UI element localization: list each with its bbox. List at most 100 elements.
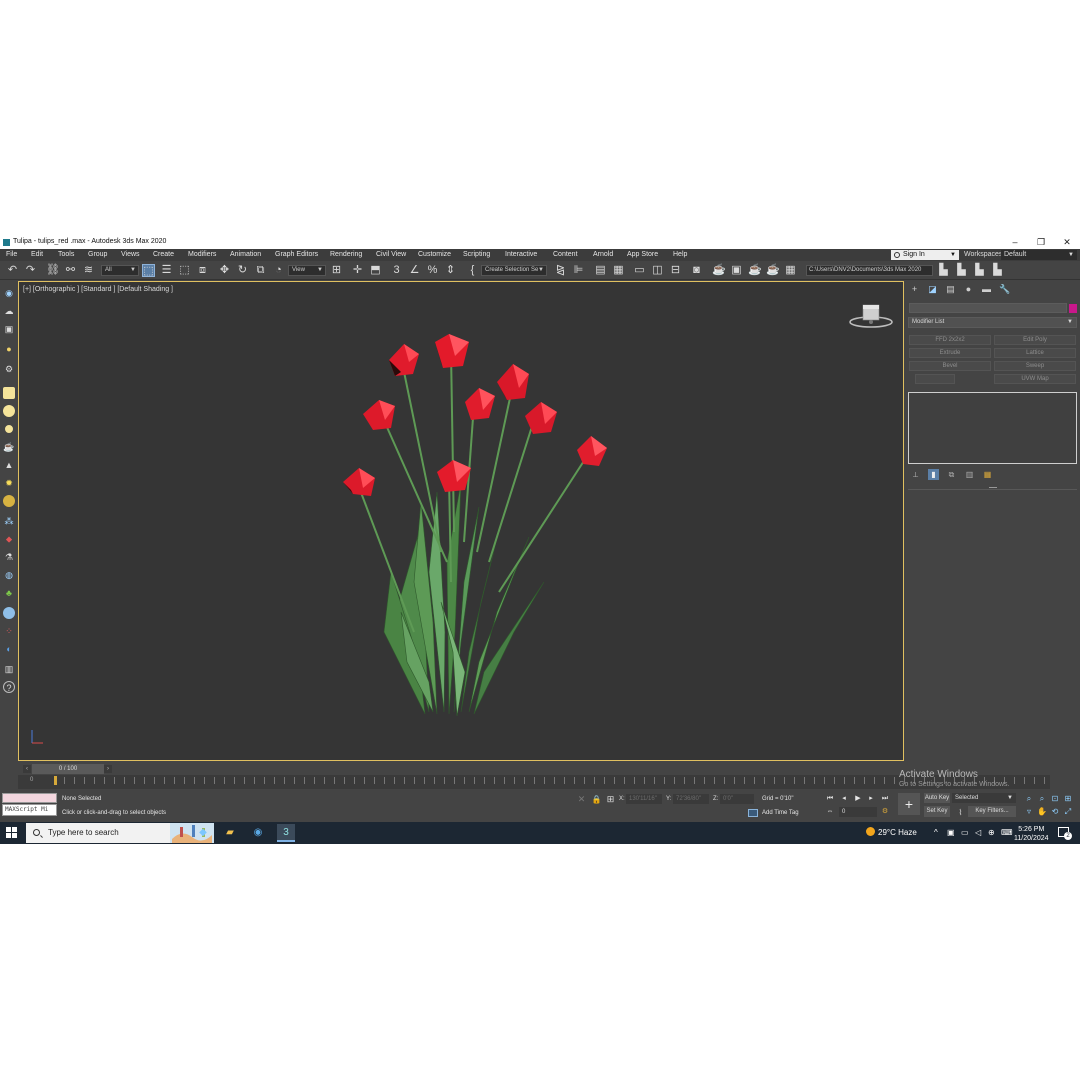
sphere-icon[interactable] bbox=[3, 405, 15, 417]
restore-button[interactable]: ❐ bbox=[1028, 236, 1054, 249]
color-clipboard-icon[interactable]: ⁘ bbox=[3, 625, 15, 637]
align-icon[interactable]: ⊫ bbox=[572, 264, 585, 277]
time-slider-thumb[interactable]: 0 / 100 bbox=[32, 764, 104, 774]
taskbar-search[interactable]: Type here to search bbox=[26, 823, 214, 843]
scene-explorer-icon[interactable]: ▤ bbox=[594, 264, 607, 277]
menu-create[interactable]: Create bbox=[153, 251, 174, 258]
menu-interactive[interactable]: Interactive bbox=[505, 251, 537, 258]
tray-app-icon[interactable]: ▣ bbox=[947, 827, 955, 838]
next-frame-icon[interactable]: ▸ bbox=[866, 794, 876, 804]
network-icon[interactable]: ⊕ bbox=[988, 827, 995, 838]
next-frame-arrow[interactable]: › bbox=[104, 765, 112, 773]
track-bar[interactable]: 0 bbox=[18, 775, 1050, 789]
key-mode-toggle-icon[interactable]: ⇔ bbox=[825, 807, 835, 817]
dynamics-icon[interactable]: ⚗ bbox=[3, 551, 15, 563]
zoom-icon[interactable]: ⌕ bbox=[1024, 794, 1034, 804]
zoom-all-icon[interactable]: ⌕ bbox=[1037, 794, 1047, 804]
volume-icon[interactable]: ◁ bbox=[975, 827, 981, 838]
named-selection-dropdown[interactable]: Create Selection Se ▼ bbox=[481, 265, 547, 276]
scale-icon[interactable]: ⧉ bbox=[254, 264, 267, 277]
light-bulb-icon[interactable]: ● bbox=[3, 343, 15, 355]
current-frame-field[interactable]: 0 bbox=[839, 807, 877, 817]
select-object-icon[interactable]: ⬚ bbox=[142, 264, 155, 277]
selection-tools-icon[interactable]: ▣ bbox=[3, 323, 15, 335]
redo-icon[interactable]: ↷ bbox=[24, 264, 37, 277]
render-cloud-icon[interactable]: ▦ bbox=[784, 264, 797, 277]
show-hidden-icons-chevron-icon[interactable]: ^ bbox=[934, 827, 938, 838]
zoom-extents-icon[interactable]: ⊡ bbox=[1050, 794, 1060, 804]
selection-lock-icon[interactable]: 🔒 bbox=[590, 793, 603, 806]
field-of-view-icon[interactable]: ▿ bbox=[1024, 807, 1034, 817]
help-icon[interactable]: ? bbox=[3, 681, 15, 693]
menu-customize[interactable]: Customize bbox=[418, 251, 451, 258]
menu-civil-view[interactable]: Civil View bbox=[376, 251, 406, 258]
key-mode-dropdown[interactable]: Selected ▼ bbox=[952, 793, 1016, 803]
link-icon[interactable]: ⛓ bbox=[46, 264, 60, 277]
maximize-viewport-icon[interactable]: ⤢ bbox=[1063, 807, 1073, 817]
modifier-stack[interactable] bbox=[908, 392, 1077, 464]
isolate-selection-icon[interactable]: ✕ bbox=[575, 793, 588, 806]
auto-key-button[interactable]: Auto Key bbox=[924, 793, 950, 803]
render-iterative-icon[interactable]: ☕ bbox=[766, 264, 780, 277]
keyboard-shortcut-override-icon[interactable]: ⬒ bbox=[369, 264, 382, 277]
show-end-result-icon[interactable]: ▮ bbox=[928, 469, 939, 480]
weather-widget[interactable]: 29°C Haze bbox=[866, 827, 917, 837]
y-coord-field[interactable]: 72'36/80" bbox=[673, 794, 709, 804]
previous-frame-icon[interactable]: ◂ bbox=[839, 794, 849, 804]
go-to-start-icon[interactable]: ⏮ bbox=[825, 794, 835, 804]
viewport-label[interactable]: [+] [Orthographic ] [Standard ] [Default… bbox=[23, 286, 173, 293]
angle-snap-icon[interactable]: ∠ bbox=[408, 264, 421, 277]
box-icon[interactable] bbox=[3, 387, 15, 399]
play-icon[interactable]: ▶ bbox=[853, 794, 863, 804]
object-color-swatch[interactable] bbox=[1069, 304, 1077, 313]
make-unique-icon[interactable]: ⧉ bbox=[946, 469, 957, 480]
menu-arnold[interactable]: Arnold bbox=[593, 251, 613, 258]
remove-modifier-icon[interactable]: ▥ bbox=[964, 469, 975, 480]
menu-graph-editors[interactable]: Graph Editors bbox=[275, 251, 318, 258]
foliage-icon[interactable]: ♣ bbox=[3, 587, 15, 599]
configure-modifier-sets-icon[interactable]: ▦ bbox=[982, 469, 993, 480]
recent-projects-icon[interactable]: ▙ bbox=[991, 264, 1004, 277]
modifier-button[interactable]: Edit Poly bbox=[994, 335, 1076, 345]
taskbar-clock[interactable]: 5:26 PM 11/20/2024 bbox=[1014, 825, 1049, 843]
set-project-folder-icon[interactable]: ▙ bbox=[937, 264, 950, 277]
panel-grip[interactable] bbox=[989, 487, 997, 488]
sun-icon[interactable]: ✹ bbox=[3, 477, 15, 489]
globe-icon[interactable]: ◍ bbox=[3, 569, 15, 581]
rectangular-selection-icon[interactable]: ⬚ bbox=[178, 264, 191, 277]
rotate-icon[interactable]: ↻ bbox=[236, 264, 249, 277]
menu-scripting[interactable]: Scripting bbox=[463, 251, 490, 258]
pipe-icon[interactable]: ⬥ bbox=[3, 533, 15, 545]
cone-icon[interactable]: ▲ bbox=[3, 459, 15, 471]
hierarchy-tab-icon[interactable]: ▤ bbox=[945, 284, 956, 295]
set-key-big-icon[interactable]: + bbox=[898, 793, 920, 815]
x-coord-field[interactable]: 130'11/16" bbox=[626, 794, 662, 804]
z-coord-field[interactable]: 0'0" bbox=[720, 794, 754, 804]
menu-content[interactable]: Content bbox=[553, 251, 578, 258]
windows-start-icon[interactable] bbox=[6, 827, 18, 839]
reference-coord-dropdown[interactable]: View ▼ bbox=[288, 265, 326, 276]
spinner-snap-icon[interactable]: ⇕ bbox=[444, 264, 457, 277]
utilities-tab-icon[interactable]: 🔧 bbox=[999, 284, 1010, 295]
curve-editor-icon[interactable]: ◫ bbox=[651, 264, 664, 277]
ribbon-icon[interactable]: ▭ bbox=[633, 264, 646, 277]
rendered-frame-window-icon[interactable]: ▣ bbox=[730, 264, 743, 277]
teapot-icon[interactable]: ☕ bbox=[3, 441, 15, 453]
3ds-max-taskbar-icon[interactable]: 3 bbox=[277, 824, 295, 842]
motion-tab-icon[interactable]: ● bbox=[963, 284, 974, 295]
modifier-button[interactable]: UVW Map bbox=[994, 374, 1076, 384]
undo-icon[interactable]: ↶ bbox=[6, 264, 19, 277]
absolute-mode-icon[interactable]: ⊞ bbox=[604, 793, 617, 806]
time-slider[interactable]: ‹ 0 / 100 › bbox=[18, 763, 904, 775]
selection-filter-dropdown[interactable]: All ▼ bbox=[101, 265, 139, 276]
orbit-icon[interactable]: ⟲ bbox=[1050, 807, 1060, 817]
zoom-extents-all-icon[interactable]: ⊞ bbox=[1063, 794, 1073, 804]
utilities-icon[interactable]: ▥ bbox=[3, 663, 15, 675]
maxscript-mini-listener[interactable]: MAXScript Mi bbox=[2, 804, 57, 816]
notification-center-icon[interactable]: 2 bbox=[1058, 827, 1072, 840]
placement-icon[interactable]: ◔ bbox=[272, 264, 285, 277]
move-icon[interactable]: ✥ bbox=[218, 264, 231, 277]
schematic-view-icon[interactable]: ⊟ bbox=[669, 264, 682, 277]
time-configuration-icon[interactable]: ⚙ bbox=[880, 807, 890, 817]
maxscript-listener-output[interactable] bbox=[2, 793, 57, 803]
